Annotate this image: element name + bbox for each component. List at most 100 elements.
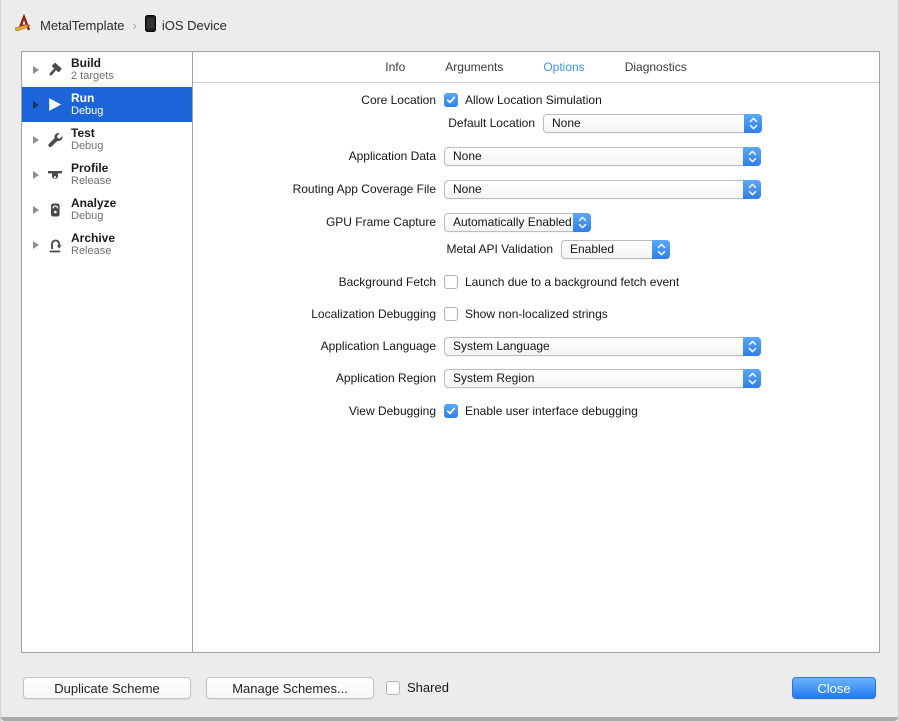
play-icon (45, 96, 64, 114)
sidebar-item-label: Analyze (71, 195, 117, 210)
popup-stepper-icon (573, 212, 591, 232)
window-bottom-edge (1, 717, 898, 721)
tab-bar: Info Arguments Options Diagnostics (193, 52, 879, 83)
localization-debugging-row: Localization Debugging Show non-localize… (194, 304, 879, 324)
popup-stepper-icon (652, 239, 670, 259)
tab-info[interactable]: Info (385, 60, 405, 74)
tab-arguments[interactable]: Arguments (445, 60, 503, 74)
application-region-row: Application Region System Region (194, 368, 879, 388)
application-region-label: Application Region (335, 371, 436, 385)
metal-api-validation-select[interactable]: Enabled (561, 239, 670, 259)
ios-device-icon (144, 15, 156, 35)
sidebar-item-subtitle: Release (71, 244, 112, 257)
application-language-value: System Language (453, 339, 550, 353)
background-fetch-text: Launch due to a background fetch event (465, 275, 680, 289)
sidebar-item-profile[interactable]: Profile Release (22, 157, 192, 192)
routing-app-coverage-label: Routing App Coverage File (292, 182, 436, 196)
gpu-frame-capture-select[interactable]: Automatically Enabled (444, 212, 591, 232)
shared-checkbox[interactable] (386, 680, 400, 695)
gpu-frame-capture-label: GPU Frame Capture (325, 215, 436, 229)
disclosure-triangle-icon[interactable] (33, 205, 39, 214)
enable-ui-debugging-text: Enable user interface debugging (465, 404, 638, 418)
application-region-select[interactable]: System Region (444, 368, 761, 388)
view-debugging-label: View Debugging (348, 404, 436, 418)
sidebar-item-build[interactable]: Build 2 targets (22, 52, 192, 87)
application-region-value: System Region (453, 371, 535, 385)
sidebar-item-subtitle: 2 targets (71, 69, 114, 82)
sidebar-item-subtitle: Debug (71, 139, 104, 152)
background-fetch-checkbox[interactable] (444, 275, 458, 289)
sidebar-item-subtitle: Debug (71, 104, 104, 117)
background-fetch-row: Background Fetch Launch due to a backgro… (194, 272, 879, 292)
analyze-icon (45, 201, 64, 219)
default-location-select[interactable]: None (543, 113, 762, 133)
breadcrumb: MetalTemplate › iOS Device (14, 13, 227, 36)
edit-scheme-dialog: MetalTemplate › iOS Device Build 2 targe… (0, 0, 899, 721)
dialog-footer: Duplicate Scheme Manage Schemes... Share… (1, 653, 898, 721)
application-language-select[interactable]: System Language (444, 336, 761, 356)
scheme-options-content: Info Arguments Options Diagnostics Core … (193, 52, 879, 652)
application-language-label: Application Language (320, 339, 436, 353)
shared-checkbox-group: Shared (386, 680, 449, 695)
destination-name[interactable]: iOS Device (162, 18, 227, 33)
disclosure-triangle-icon[interactable] (33, 170, 39, 179)
manage-schemes-button[interactable]: Manage Schemes... (206, 677, 374, 699)
scheme-header-bar: MetalTemplate › iOS Device (1, 0, 898, 51)
application-data-label: Application Data (348, 149, 436, 163)
gauge-icon (45, 166, 64, 184)
close-button[interactable]: Close (792, 677, 876, 699)
hammer-icon (45, 61, 64, 79)
metal-api-validation-value: Enabled (570, 242, 615, 256)
application-data-select[interactable]: None (444, 146, 761, 166)
breadcrumb-separator: › (132, 17, 137, 33)
tab-options[interactable]: Options (543, 60, 584, 74)
core-location-row: Core Location Allow Location Simulation (194, 90, 879, 110)
disclosure-triangle-icon[interactable] (33, 100, 39, 109)
sidebar-item-label: Run (71, 90, 95, 105)
popup-stepper-icon (743, 179, 761, 199)
routing-app-coverage-value: None (453, 182, 482, 196)
enable-ui-debugging-checkbox[interactable] (444, 404, 458, 418)
background-fetch-label: Background Fetch (338, 275, 436, 289)
scheme-panel: Build 2 targets Run Debug Test Debug Pro… (21, 51, 880, 653)
view-debugging-row: View Debugging Enable user interface deb… (194, 401, 879, 421)
duplicate-scheme-button[interactable]: Duplicate Scheme (23, 677, 191, 699)
options-form: Core Location Allow Location Simulation … (193, 83, 879, 421)
xcode-scheme-icon (14, 13, 34, 36)
sidebar-item-subtitle: Debug (71, 209, 104, 222)
sidebar-item-test[interactable]: Test Debug (22, 122, 192, 157)
gpu-frame-capture-row: GPU Frame Capture Automatically Enabled (194, 212, 879, 232)
application-data-value: None (453, 149, 482, 163)
sidebar-item-run[interactable]: Run Debug (22, 87, 192, 122)
popup-stepper-icon (743, 336, 761, 356)
default-location-label: Default Location (448, 116, 535, 130)
wrench-icon (45, 131, 64, 149)
allow-location-simulation-text: Allow Location Simulation (465, 93, 602, 107)
popup-stepper-icon (743, 146, 761, 166)
metal-api-validation-label: Metal API Validation (446, 242, 553, 256)
sidebar-item-archive[interactable]: Archive Release (22, 227, 192, 262)
show-non-localized-strings-checkbox[interactable] (444, 307, 458, 321)
shared-label: Shared (407, 680, 449, 695)
disclosure-triangle-icon[interactable] (33, 65, 39, 74)
application-data-row: Application Data None (194, 146, 879, 166)
popup-stepper-icon (744, 113, 762, 133)
localization-debugging-label: Localization Debugging (311, 307, 436, 321)
application-language-row: Application Language System Language (194, 336, 879, 356)
sidebar-item-label: Build (71, 55, 101, 70)
scheme-name[interactable]: MetalTemplate (40, 18, 125, 33)
archive-icon (45, 236, 64, 254)
disclosure-triangle-icon[interactable] (33, 135, 39, 144)
routing-app-coverage-row: Routing App Coverage File None (194, 179, 879, 199)
sidebar-item-label: Test (71, 125, 95, 140)
routing-app-coverage-select[interactable]: None (444, 179, 761, 199)
sidebar-item-analyze[interactable]: Analyze Debug (22, 192, 192, 227)
scheme-actions-sidebar: Build 2 targets Run Debug Test Debug Pro… (22, 52, 193, 652)
sidebar-item-subtitle: Release (71, 174, 112, 187)
show-non-localized-strings-text: Show non-localized strings (465, 307, 608, 321)
allow-location-simulation-checkbox[interactable] (444, 93, 458, 107)
tab-diagnostics[interactable]: Diagnostics (625, 60, 687, 74)
gpu-frame-capture-value: Automatically Enabled (453, 215, 572, 229)
core-location-label: Core Location (361, 93, 436, 107)
disclosure-triangle-icon[interactable] (33, 240, 39, 249)
